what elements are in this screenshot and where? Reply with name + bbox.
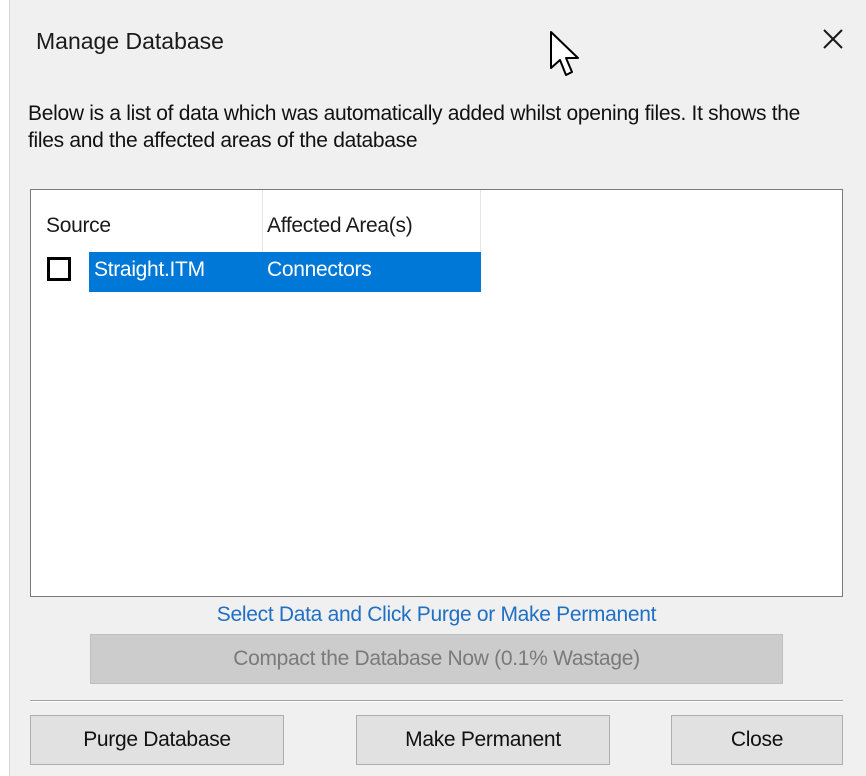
close-button[interactable]: Close: [671, 715, 843, 765]
column-header-source[interactable]: Source: [31, 190, 263, 252]
row-source: Straight.ITM: [94, 258, 205, 281]
data-list-view[interactable]: Source Affected Area(s) Straight.ITM Con…: [30, 189, 843, 597]
row-checkbox[interactable]: [47, 257, 71, 281]
make-permanent-button[interactable]: Make Permanent: [356, 715, 610, 765]
dialog-title: Manage Database: [36, 28, 224, 54]
purge-database-button[interactable]: Purge Database: [30, 715, 284, 765]
title-bar: Manage Database: [10, 0, 866, 86]
separator: [30, 700, 843, 702]
manage-database-dialog: Manage Database Below is a list of data …: [10, 0, 866, 776]
compact-database-button: Compact the Database Now (0.1% Wastage): [90, 634, 783, 684]
list-header: Source Affected Area(s): [31, 190, 481, 252]
row-affected-area: Connectors: [267, 258, 372, 281]
list-row[interactable]: Straight.ITM Connectors: [31, 252, 481, 292]
mouse-pointer-icon: [548, 30, 584, 80]
background-edge: [0, 0, 10, 776]
close-icon[interactable]: [816, 22, 850, 56]
column-header-affected-areas[interactable]: Affected Area(s): [263, 190, 481, 252]
description-text: Below is a list of data which was automa…: [28, 102, 801, 152]
instruction-hint: Select Data and Click Purge or Make Perm…: [216, 603, 657, 626]
